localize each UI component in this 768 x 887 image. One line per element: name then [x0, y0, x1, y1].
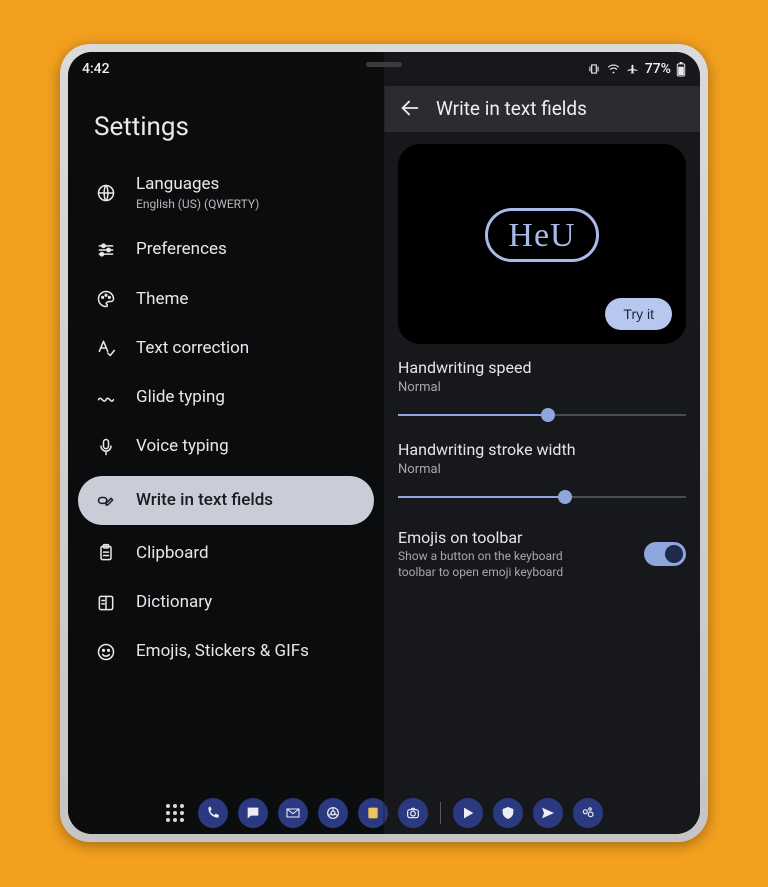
squiggle-icon: [94, 388, 118, 408]
handwriting-sample: HeU: [485, 208, 598, 262]
globe-icon: [94, 183, 118, 203]
app-drawer-icon[interactable]: [166, 804, 184, 822]
palette-icon: [94, 289, 118, 309]
clipboard-icon: [94, 543, 118, 563]
hinge-notch: [366, 62, 402, 67]
taskbar: [68, 798, 700, 828]
stroke-width-setting[interactable]: Handwriting stroke width Normal: [398, 440, 686, 508]
app-chrome-icon[interactable]: [318, 798, 348, 828]
app-notes-icon[interactable]: [358, 798, 388, 828]
airplane-icon: [626, 62, 640, 76]
settings-item-preferences[interactable]: Preferences: [68, 225, 384, 274]
app-send-icon[interactable]: [533, 798, 563, 828]
settings-item-clipboard[interactable]: Clipboard: [68, 529, 384, 578]
settings-item-write-in-text-fields[interactable]: Write in text fields: [78, 476, 374, 525]
setting-title: Emojis on toolbar: [398, 528, 598, 547]
settings-item-glide-typing[interactable]: Glide typing: [68, 373, 384, 422]
settings-item-emojis-stickers-gifs[interactable]: Emojis, Stickers & GIFs: [68, 627, 384, 676]
settings-item-label: Theme: [136, 289, 188, 310]
detail-title: Write in text fields: [436, 97, 587, 120]
back-button[interactable]: [398, 96, 422, 120]
app-shield-icon[interactable]: [493, 798, 523, 828]
vibrate-icon: [587, 62, 601, 76]
settings-item-label: Glide typing: [136, 387, 225, 408]
detail-header: Write in text fields: [384, 86, 700, 132]
settings-item-label: Write in text fields: [136, 490, 273, 511]
clock: 4:42: [82, 61, 110, 77]
page-title: Settings: [68, 86, 384, 156]
handwriting-speed-setting[interactable]: Handwriting speed Normal: [398, 358, 686, 426]
dictionary-icon: [94, 593, 118, 613]
setting-value: Normal: [398, 462, 686, 477]
settings-item-subtitle: English (US) (QWERTY): [136, 197, 259, 211]
app-phone-icon[interactable]: [198, 798, 228, 828]
app-gmail-icon[interactable]: [278, 798, 308, 828]
handwriting-preview: HeU Try it: [398, 144, 686, 344]
setting-description: Show a button on the keyboard toolbar to…: [398, 549, 598, 580]
detail-pane: Write in text fields HeU Try it Handwrit…: [384, 52, 700, 834]
settings-item-voice-typing[interactable]: Voice typing: [68, 422, 384, 471]
toggle-switch[interactable]: [644, 542, 686, 566]
settings-item-label: Clipboard: [136, 543, 209, 564]
settings-item-label: Dictionary: [136, 592, 212, 613]
settings-item-text-correction[interactable]: Text correction: [68, 324, 384, 373]
settings-item-label: Emojis, Stickers & GIFs: [136, 641, 309, 662]
app-chat-icon[interactable]: [238, 798, 268, 828]
pen-field-icon: [94, 490, 118, 510]
settings-item-label: Preferences: [136, 239, 227, 260]
settings-item-dictionary[interactable]: Dictionary: [68, 578, 384, 627]
settings-item-theme[interactable]: Theme: [68, 275, 384, 324]
app-assistant-icon[interactable]: [573, 798, 603, 828]
wifi-icon: [606, 62, 621, 76]
battery-icon: [676, 62, 686, 77]
settings-item-label: Text correction: [136, 338, 249, 359]
spellcheck-icon: [94, 338, 118, 358]
settings-list: Languages English (US) (QWERTY) Preference…: [68, 156, 384, 677]
settings-item-languages[interactable]: Languages English (US) (QWERTY): [68, 160, 384, 225]
emoji-icon: [94, 642, 118, 662]
mic-icon: [94, 437, 118, 457]
app-camera-icon[interactable]: [398, 798, 428, 828]
app-play-icon[interactable]: [453, 798, 483, 828]
setting-title: Handwriting stroke width: [398, 440, 686, 459]
stroke-slider[interactable]: [398, 486, 686, 508]
taskbar-divider: [440, 802, 441, 824]
status-bar: 4:42 77%: [68, 52, 700, 86]
device-frame: 4:42 77% Settings LanguagesEnglish: [60, 44, 708, 842]
settings-item-label: Languages: [136, 174, 259, 195]
speed-slider[interactable]: [398, 404, 686, 426]
battery-percent: 77%: [645, 61, 671, 77]
emoji-toolbar-setting[interactable]: Emojis on toolbar Show a button on the k…: [398, 522, 686, 580]
settings-item-label: Voice typing: [136, 436, 229, 457]
setting-title: Handwriting speed: [398, 358, 686, 377]
try-it-button[interactable]: Try it: [605, 298, 672, 330]
setting-value: Normal: [398, 380, 686, 395]
settings-pane: Settings Languages English (US) (QWERTY) P…: [68, 52, 384, 834]
screen: 4:42 77% Settings LanguagesEnglish: [68, 52, 700, 834]
sliders-icon: [94, 240, 118, 260]
